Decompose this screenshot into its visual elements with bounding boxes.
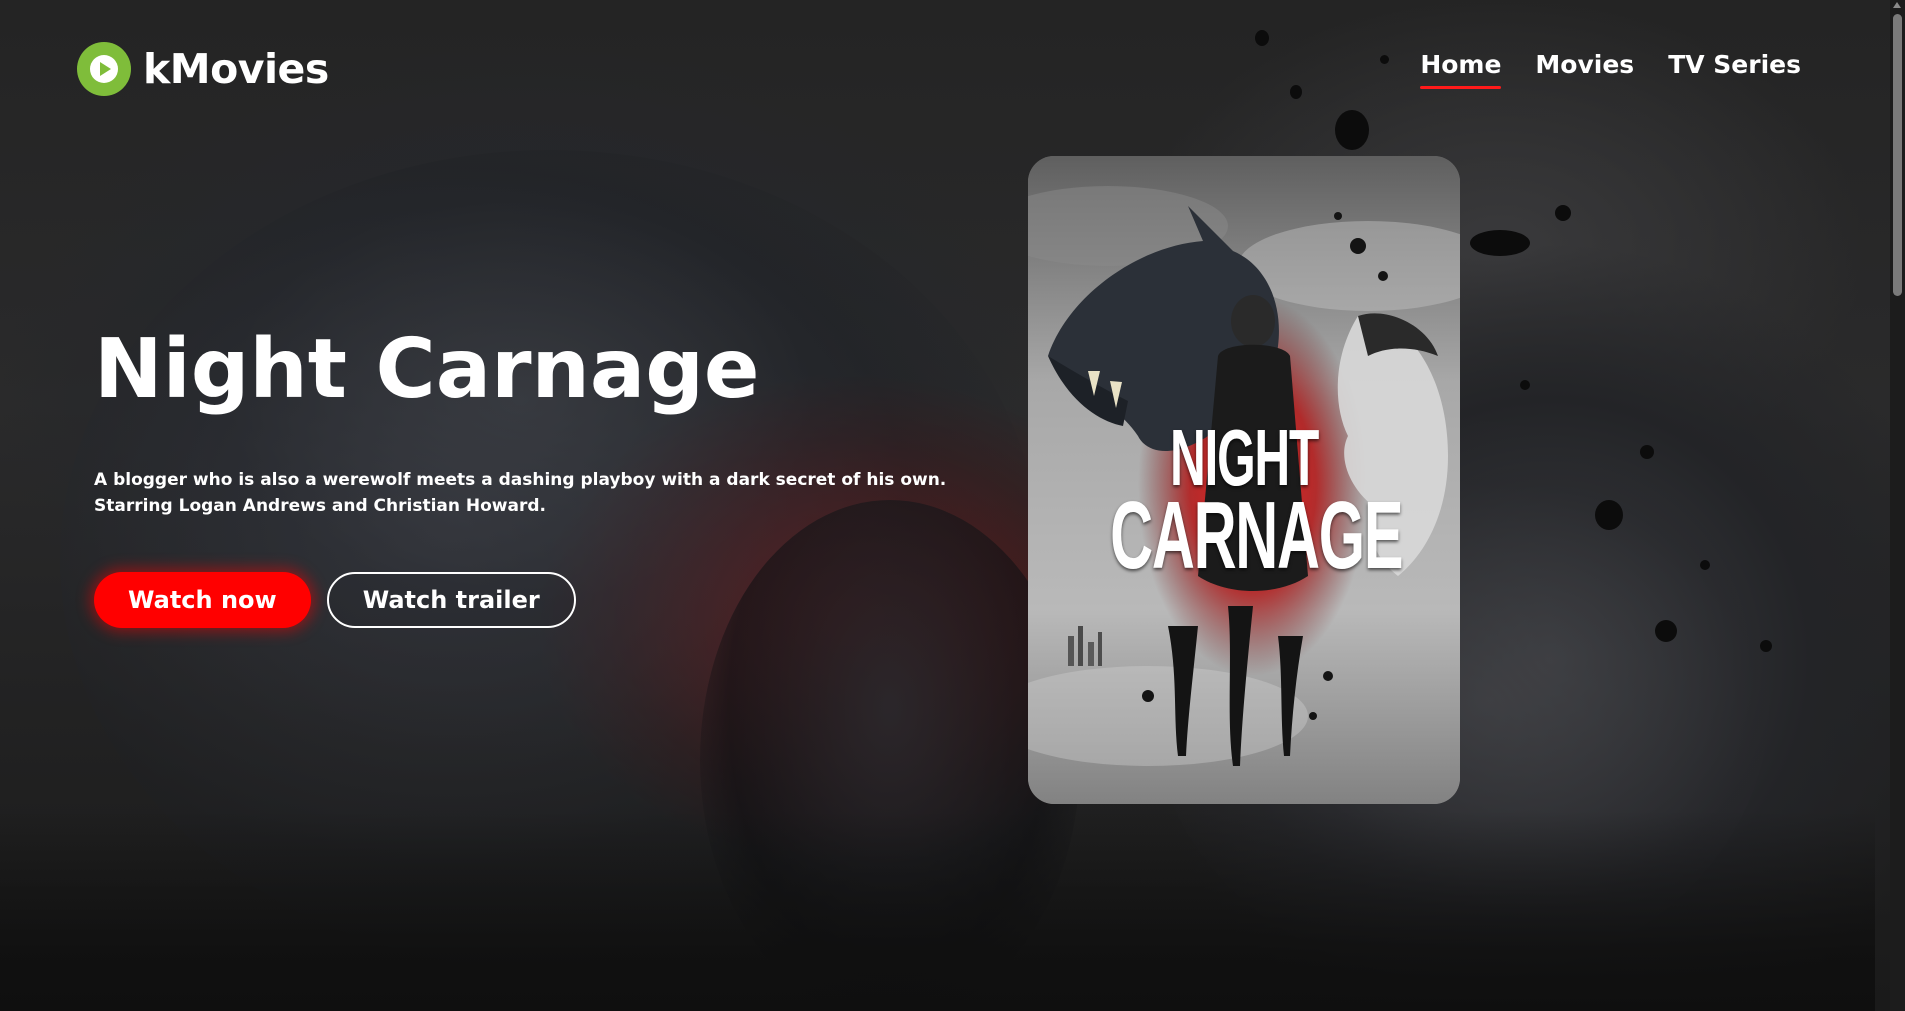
nav-item-tv-series[interactable]: TV Series [1668, 50, 1801, 89]
nav-item-home[interactable]: Home [1420, 50, 1502, 89]
hero-description: A blogger who is also a werewolf meets a… [94, 470, 947, 516]
ink-splatter [1470, 230, 1530, 256]
main-nav: Home Movies TV Series [1420, 50, 1801, 89]
play-circle-icon [77, 42, 131, 96]
watch-now-button[interactable]: Watch now [94, 572, 311, 628]
ink-splatter [1655, 620, 1677, 642]
poster-title-line-2: CARNAGE [1110, 482, 1403, 589]
scroll-up-icon[interactable] [1893, 2, 1901, 8]
ink-splatter [1555, 205, 1571, 221]
ink-splatter [1700, 560, 1710, 570]
scrollbar-thumb[interactable] [1893, 14, 1902, 296]
movie-landing-page: kMovies Home Movies TV Series Night Carn… [0, 0, 1905, 1011]
nav-item-movies[interactable]: Movies [1535, 50, 1634, 89]
background-bottom-fade [0, 811, 1875, 1011]
brand-logo[interactable]: kMovies [77, 42, 329, 96]
ink-splatter [1640, 445, 1654, 459]
ink-splatter [1595, 500, 1623, 530]
watch-trailer-button[interactable]: Watch trailer [326, 572, 576, 628]
brand-name: kMovies [143, 45, 329, 93]
page-scrollbar[interactable] [1890, 0, 1905, 1011]
hero-title: Night Carnage [94, 322, 760, 417]
hero-actions: Watch now Watch trailer [94, 572, 576, 628]
site-header: kMovies Home Movies TV Series [0, 0, 1890, 140]
movie-poster[interactable]: NIGHT CARNAGE [1028, 156, 1460, 804]
ink-splatter [1760, 640, 1772, 652]
ink-splatter [1520, 380, 1530, 390]
